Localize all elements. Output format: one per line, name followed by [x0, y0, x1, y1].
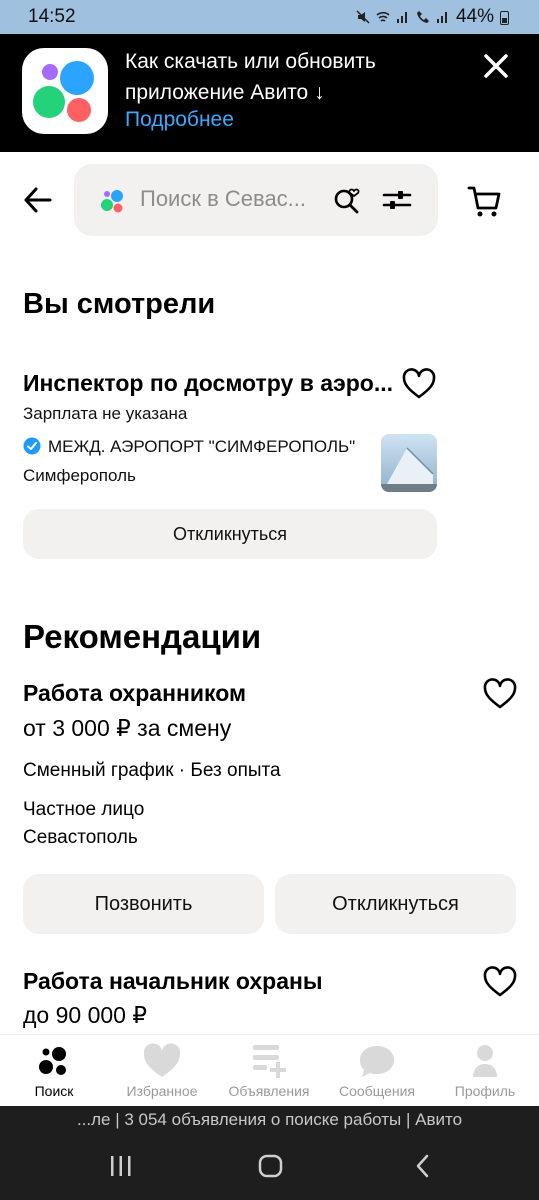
- nav-label: Сообщения: [339, 1083, 415, 1099]
- system-navigation-bar: ...ле | 3 054 объявления о поиске работы…: [0, 1106, 539, 1200]
- nav-messages[interactable]: Сообщения: [323, 1043, 431, 1099]
- call-icon: [416, 11, 429, 23]
- verified-badge-icon: [23, 437, 41, 455]
- search-input[interactable]: Поиск в Севас...: [140, 186, 306, 212]
- viewed-title[interactable]: Инспектор по досмотру в аэро...: [23, 370, 393, 397]
- nav-profile[interactable]: Профиль: [431, 1043, 539, 1099]
- viewed-heading: Вы смотрели: [23, 288, 216, 320]
- battery-icon: [500, 10, 509, 25]
- search-bar[interactable]: Поиск в Севас...: [74, 164, 438, 236]
- cart-icon[interactable]: [466, 182, 504, 220]
- recommendations-heading: Рекомендации: [23, 618, 262, 655]
- nav-label: Избранное: [126, 1083, 198, 1099]
- banner-line2: приложение Авито ↓: [125, 81, 325, 104]
- profile-icon: [473, 1045, 497, 1077]
- filters-icon[interactable]: [382, 186, 412, 214]
- nav-label: Профиль: [454, 1083, 516, 1099]
- nav-label: Объявления: [228, 1083, 310, 1099]
- favorite-heart-icon[interactable]: [483, 966, 517, 998]
- status-time: 14:52: [28, 6, 76, 27]
- recommendation-card[interactable]: Работа охранником от 3 000 ₽ за смену См…: [0, 672, 539, 942]
- close-icon[interactable]: [480, 50, 512, 82]
- rec-price: до 90 000 ₽: [23, 1002, 147, 1028]
- favorite-heart-icon[interactable]: [402, 368, 436, 400]
- bottom-navigation: Поиск Избранное Объявления Сообщения Про…: [0, 1034, 539, 1107]
- viewed-company: МЕЖД. АЭРОПОРТ "СИМФЕРОПОЛЬ": [48, 437, 356, 456]
- search-tab-icon: [39, 1047, 66, 1075]
- banner-line1: Как скачать или обновить: [125, 50, 376, 73]
- viewed-card[interactable]: Инспектор по досмотру в аэро... Зарплата…: [0, 360, 539, 570]
- listings-icon: [253, 1045, 286, 1078]
- recent-apps-icon[interactable]: [108, 1154, 134, 1178]
- viewed-thumbnail[interactable]: [381, 434, 437, 492]
- viewed-salary: Зарплата не указана: [23, 404, 188, 423]
- avito-app-logo: [22, 48, 108, 134]
- nav-search[interactable]: Поиск: [0, 1043, 108, 1099]
- nav-label: Поиск: [34, 1083, 74, 1099]
- rec-title[interactable]: Работа начальник охраны: [23, 968, 323, 995]
- signal2-icon: [436, 12, 447, 23]
- recommendation-card[interactable]: Работа начальник охраны до 90 000 ₽: [0, 960, 539, 1034]
- rec-schedule: Сменный график · Без опыта: [23, 760, 281, 781]
- saved-search-icon[interactable]: [332, 182, 364, 216]
- signal-icon: [396, 12, 407, 23]
- banner-text: Как скачать или обновить приложение Авит…: [125, 46, 495, 108]
- wifi-icon: [376, 11, 390, 22]
- battery-percent: 44%: [455, 6, 494, 27]
- mute-icon: [356, 10, 370, 24]
- banner-more-link[interactable]: Подробнее: [125, 108, 234, 132]
- window-caption: ...ле | 3 054 объявления о поиске работы…: [76, 1110, 463, 1129]
- system-back-icon[interactable]: [410, 1152, 436, 1180]
- status-icons: 44%: [356, 6, 509, 28]
- favorite-heart-icon[interactable]: [483, 678, 517, 710]
- viewed-respond-button[interactable]: Откликнуться: [23, 509, 437, 559]
- rec-seller: Частное лицо: [23, 799, 145, 820]
- status-bar: 14:52 44%: [0, 0, 539, 34]
- heart-icon: [143, 1043, 181, 1077]
- chat-bubble-icon: [360, 1046, 394, 1077]
- update-banner: Как скачать или обновить приложение Авит…: [0, 34, 539, 152]
- avito-logo-icon: [101, 190, 123, 213]
- rec-city: Севастополь: [23, 827, 138, 848]
- viewed-city: Симферополь: [23, 466, 136, 485]
- back-arrow-icon[interactable]: [20, 182, 56, 218]
- call-button[interactable]: Позвонить: [23, 874, 264, 934]
- nav-favorites[interactable]: Избранное: [108, 1043, 216, 1099]
- nav-listings[interactable]: Объявления: [215, 1043, 323, 1099]
- home-icon[interactable]: [257, 1152, 285, 1180]
- rec-price: от 3 000 ₽ за смену: [23, 715, 232, 741]
- rec-title[interactable]: Работа охранником: [23, 680, 246, 707]
- respond-button[interactable]: Откликнуться: [275, 874, 516, 934]
